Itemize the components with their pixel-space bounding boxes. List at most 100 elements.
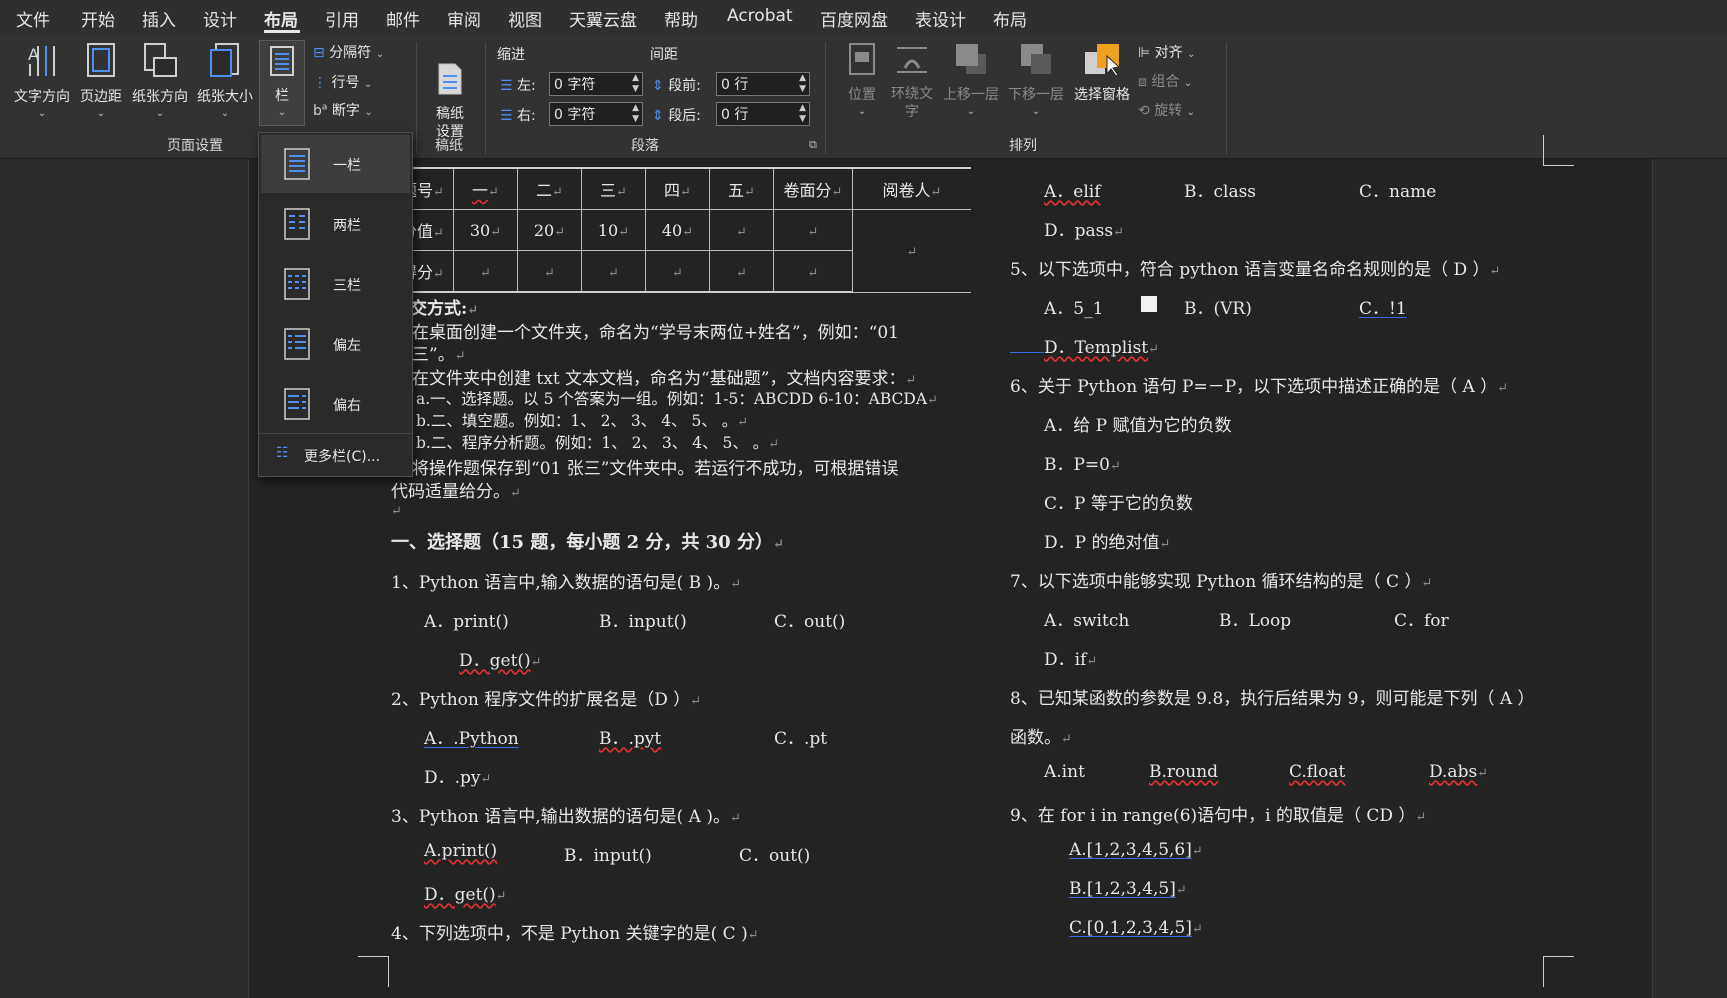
underline-mark (1010, 352, 1044, 353)
option: A．elif (1044, 182, 1101, 202)
tab-view[interactable]: 视图 (508, 6, 542, 31)
columns-option-label: 一栏 (333, 158, 361, 174)
text-direction-button[interactable]: A 文字方向 ⌄ (10, 42, 74, 119)
tab-file[interactable]: 文件 (16, 6, 50, 31)
columns-option-two[interactable]: 两栏 (261, 195, 410, 253)
tab-mailings[interactable]: 邮件 (386, 6, 420, 31)
table-cell[interactable]: ↵ (645, 250, 710, 293)
indent-right-input[interactable]: 0 字符 ▲ ▼ (549, 102, 643, 126)
tab-table-design[interactable]: 表设计 (915, 6, 966, 31)
line-numbers-icon: ⋮ (313, 75, 327, 91)
table-cell[interactable]: ↵ (709, 250, 774, 293)
table-cell[interactable]: ↵ (852, 209, 971, 293)
chevron-down-icon: ⌄ (363, 79, 373, 90)
tab-help[interactable]: 帮助 (664, 6, 698, 31)
align-button[interactable]: ⊫ 对齐 ⌄ (1138, 42, 1196, 62)
line-numbers-button[interactable]: ⋮ 行号 ⌄ (313, 72, 372, 92)
margins-button[interactable]: 页边距 ⌄ (76, 42, 126, 119)
spin-arrows-icon[interactable]: ▲ ▼ (799, 103, 806, 125)
tab-review[interactable]: 审阅 (447, 6, 481, 31)
size-button[interactable]: 纸张大小 ⌄ (193, 42, 257, 119)
table-cell[interactable]: ↵ (581, 250, 646, 293)
manuscript-icon (438, 63, 462, 95)
option: C.float (1289, 762, 1346, 782)
table-cell[interactable]: 四↵ (645, 167, 710, 210)
tab-baidu-netdisk[interactable]: 百度网盘 (820, 6, 888, 31)
question: 2、Python 程序文件的扩展名是（D ）↵ (391, 690, 702, 710)
table-cell[interactable]: ↵ (517, 250, 582, 293)
table-cell[interactable]: 30↵ (453, 209, 518, 251)
table-cell[interactable]: 三↵ (581, 167, 646, 210)
position-button[interactable]: 位置 ⌄ (842, 42, 882, 117)
send-backward-label: 下移一层 (1008, 87, 1064, 103)
columns-option-label: 偏右 (333, 398, 361, 414)
indent-left-input[interactable]: 0 字符 ▲ ▼ (549, 72, 643, 96)
table-cell[interactable]: ↵ (453, 250, 518, 293)
rotate-button[interactable]: ⟲ 旋转 ⌄ (1138, 100, 1195, 120)
tab-home[interactable]: 开始 (81, 6, 115, 31)
wrap-text-button[interactable]: 环绕文 字 (888, 42, 936, 121)
table-cell[interactable]: ↵ (773, 209, 853, 251)
submit-title: 交方式:↵ (410, 299, 479, 319)
table-cell[interactable]: 10↵ (581, 209, 646, 251)
selection-pane-button[interactable]: 选择窗格 (1071, 42, 1133, 104)
paragraph: 在桌面创建一个文件夹，命名为“学号末两位+姓名”，例如：“01 (412, 323, 899, 343)
columns-option-left[interactable]: 偏左 (261, 315, 410, 373)
dialog-launcher-icon[interactable]: ⧉ (809, 138, 817, 152)
option: A.int (1044, 762, 1085, 782)
question: 5、以下选项中，符合 python 语言变量名命名规则的是（ D ）↵ (1010, 260, 1501, 280)
table-cell[interactable]: 卷面分↵ (773, 167, 853, 210)
group-icon: ⧈ (1138, 74, 1147, 90)
hyphenation-button[interactable]: ba 断字 ⌄ (313, 100, 373, 120)
columns-button[interactable]: 栏 ⌄ (259, 40, 305, 126)
question: 1、Python 语言中,输入数据的语句是( B )。↵ (391, 573, 742, 593)
spin-arrows-icon[interactable]: ▲ ▼ (632, 103, 639, 125)
line-numbers-label: 行号 (331, 75, 360, 91)
wrap-text-label-2: 字 (905, 104, 919, 120)
columns-option-right[interactable]: 偏右 (261, 375, 410, 433)
table-cell[interactable]: 40↵ (645, 209, 710, 251)
spin-arrows-icon[interactable]: ▲ ▼ (799, 73, 806, 95)
spacing-title: 间距 (650, 47, 678, 63)
group-objects-button[interactable]: ⧈ 组合 ⌄ (1138, 71, 1192, 91)
option: D．.py↵ (424, 768, 492, 788)
table-cell[interactable]: 一↵ (453, 167, 518, 210)
option: C．.pt (774, 729, 828, 749)
tab-insert[interactable]: 插入 (142, 6, 176, 31)
bring-forward-button[interactable]: 上移一层 ⌄ (940, 42, 1002, 117)
more-columns-option[interactable]: ☷ 更多栏(C)... (259, 433, 412, 476)
option: A.[1,2,3,4,5,6]↵ (1069, 840, 1203, 860)
table-cell[interactable]: 20↵ (517, 209, 582, 251)
table-cell[interactable]: ↵ (773, 250, 853, 293)
columns-option-label: 三栏 (333, 278, 361, 294)
chevron-down-icon: ⌄ (1186, 107, 1196, 118)
wrap-text-label: 环绕文 (891, 86, 933, 102)
option: A．print() (424, 612, 509, 632)
table-cell[interactable]: 阅卷人↵ (852, 167, 971, 210)
selection-pane-icon (1085, 44, 1121, 77)
group-divider (485, 42, 486, 154)
table-cell[interactable]: 二↵ (517, 167, 582, 210)
tab-table-layout[interactable]: 布局 (993, 6, 1027, 31)
tab-acrobat[interactable]: Acrobat (727, 6, 793, 26)
tab-references[interactable]: 引用 (325, 6, 359, 31)
tab-design[interactable]: 设计 (203, 6, 237, 31)
space-after-input[interactable]: 0 行 ▲ ▼ (716, 102, 810, 126)
table-cell[interactable]: 五↵ (709, 167, 774, 210)
option: A．5_1 (1044, 299, 1104, 319)
columns-option-one[interactable]: 一栏 (261, 135, 410, 193)
send-backward-button[interactable]: 下移一层 ⌄ (1005, 42, 1067, 117)
spin-arrows-icon[interactable]: ▲ ▼ (632, 73, 639, 95)
breaks-button[interactable]: ⊟ 分隔符 ⌄ (313, 42, 384, 62)
table-cell[interactable]: ↵ (709, 209, 774, 251)
option: C.[0,1,2,3,4,5]↵ (1069, 918, 1203, 938)
space-before-input[interactable]: 0 行 ▲ ▼ (716, 72, 810, 96)
section-heading: 一、选择题（15 题，每小题 2 分，共 30 分）↵ (391, 532, 784, 553)
tab-layout[interactable]: 布局 (264, 6, 298, 31)
rotate-icon: ⟲ (1138, 103, 1150, 119)
option: D.abs↵ (1429, 762, 1489, 782)
orientation-button[interactable]: 纸张方向 ⌄ (128, 42, 192, 119)
columns-option-three[interactable]: 三栏 (261, 255, 410, 313)
option: D．P 的绝对值↵ (1044, 533, 1171, 553)
tab-tianyi-cloud[interactable]: 天翼云盘 (569, 6, 637, 31)
